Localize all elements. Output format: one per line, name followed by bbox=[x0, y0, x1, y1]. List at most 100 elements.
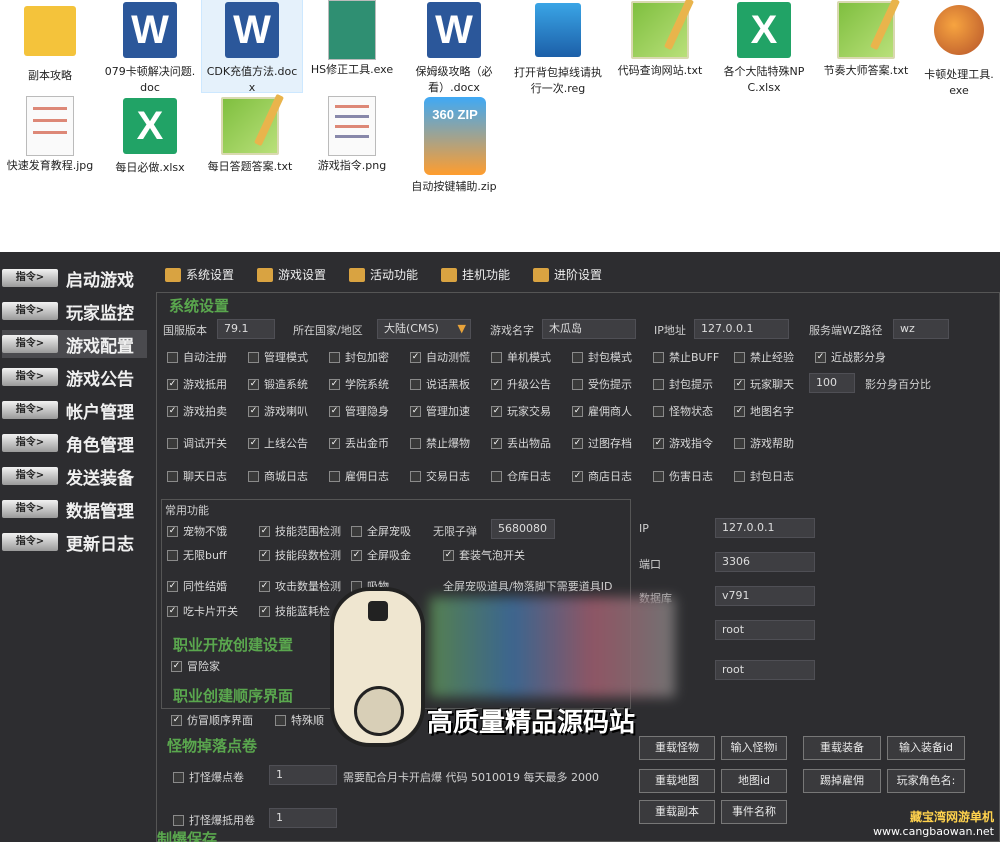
checkbox-option[interactable]: 受伤提示 bbox=[572, 376, 632, 392]
kick-merchant-button[interactable]: 踢掉雇佣 bbox=[803, 769, 881, 793]
checkbox-option[interactable]: ✓ 全屏吸金 bbox=[351, 547, 411, 563]
checkbox-option[interactable]: ✓ 丢出物品 bbox=[491, 435, 551, 451]
checkbox-option[interactable]: ✓ 游戏拍卖 bbox=[167, 403, 227, 419]
checkbox-option[interactable]: ✓ 技能蓝耗检 bbox=[259, 603, 330, 619]
file-item[interactable]: 每日答题答案.txt bbox=[200, 96, 300, 175]
checkbox-option[interactable]: ✓ 技能范围检测 bbox=[259, 523, 341, 539]
db-ip-input[interactable]: 127.0.0.1 bbox=[715, 518, 815, 538]
file-item[interactable]: 快速发育教程.jpg bbox=[0, 96, 100, 174]
checkbox-option[interactable]: ✓ 近战影分身 bbox=[815, 349, 886, 365]
checkbox-option[interactable]: 单机模式 bbox=[491, 349, 551, 365]
sidebar-item-announcement[interactable]: 指令> 游戏公告 bbox=[2, 363, 147, 391]
checkbox-drop-points[interactable]: 打怪爆点卷 bbox=[173, 769, 244, 785]
checkbox-special-order[interactable]: 特殊顺 bbox=[275, 712, 324, 728]
checkbox-option[interactable]: 封包日志 bbox=[734, 468, 794, 484]
file-item[interactable]: HS修正工具.exe bbox=[302, 0, 402, 78]
sidebar-item-game-config[interactable]: 指令> 游戏配置 bbox=[2, 330, 147, 358]
unlimited-ammo-input[interactable]: 5680080 bbox=[491, 519, 555, 539]
checkbox-option[interactable]: ✓ 商店日志 bbox=[572, 468, 632, 484]
checkbox-option[interactable]: ✓ 游戏指令 bbox=[653, 435, 713, 451]
checkbox-option[interactable]: ✓ 管理隐身 bbox=[329, 403, 389, 419]
checkbox-option[interactable]: ✓ 升级公告 bbox=[491, 376, 551, 392]
checkbox-option[interactable]: 游戏帮助 bbox=[734, 435, 794, 451]
checkbox-option[interactable]: ✓ 宠物不饿 bbox=[167, 523, 227, 539]
file-item[interactable]: X 各个大陆特殊NPC.xlsx bbox=[714, 0, 814, 96]
tab-advanced[interactable]: 进阶设置 bbox=[533, 266, 602, 283]
checkbox-option[interactable]: 仓库日志 bbox=[491, 468, 551, 484]
sidebar-item-send-equipment[interactable]: 指令> 发送装备 bbox=[2, 462, 147, 490]
db-name-input[interactable]: v791 bbox=[715, 586, 815, 606]
checkbox-option[interactable]: 封包加密 bbox=[329, 349, 389, 365]
checkbox-option[interactable]: ✓ 管理加速 bbox=[410, 403, 470, 419]
country-select[interactable]: 大陆(CMS) ▼ bbox=[377, 319, 471, 339]
checkbox-option[interactable]: ✓ 丢出金币 bbox=[329, 435, 389, 451]
checkbox-option[interactable]: ✓ 玩家交易 bbox=[491, 403, 551, 419]
checkbox-option[interactable]: ✓ 锻造系统 bbox=[248, 376, 308, 392]
checkbox-option[interactable]: 说话黑板 bbox=[410, 376, 470, 392]
checkbox-order-ui[interactable]: ✓ 仿冒顺序界面 bbox=[171, 712, 253, 728]
checkbox-option[interactable]: ✓ 自动测慌 bbox=[410, 349, 470, 365]
checkbox-option[interactable]: 商城日志 bbox=[248, 468, 308, 484]
checkbox-option[interactable]: ✓ 雇佣商人 bbox=[572, 403, 632, 419]
checkbox-option[interactable]: 禁止BUFF bbox=[653, 349, 719, 365]
file-item[interactable]: W 保姆级攻略（必看）.docx bbox=[404, 0, 504, 96]
file-item[interactable]: 卡顿处理工具.exe bbox=[918, 0, 1000, 99]
checkbox-option[interactable]: 无限buff bbox=[167, 547, 227, 563]
checkbox-drop-vouchers[interactable]: 打怪爆抵用卷 bbox=[173, 812, 255, 828]
checkbox-option[interactable]: ✓ 攻击数量检测 bbox=[259, 578, 341, 594]
checkbox-option[interactable]: 伤害日志 bbox=[653, 468, 713, 484]
reload-dungeon-button[interactable]: 重载副本 bbox=[639, 800, 715, 824]
checkbox-option[interactable]: 调试开关 bbox=[167, 435, 227, 451]
reload-equipment-button[interactable]: 重载装备 bbox=[803, 736, 881, 760]
version-input[interactable]: 79.1 bbox=[217, 319, 275, 339]
file-item[interactable]: 游戏指令.png bbox=[302, 96, 402, 174]
file-item[interactable]: W 079卡顿解决问题.doc bbox=[100, 0, 200, 96]
event-name-input[interactable]: 事件名称 bbox=[721, 800, 787, 824]
file-item[interactable]: 代码查询网站.txt bbox=[610, 0, 710, 79]
checkbox-option[interactable]: ✓ 游戏喇叭 bbox=[248, 403, 308, 419]
ip-input[interactable]: 127.0.0.1 bbox=[694, 319, 789, 339]
file-item[interactable]: 节奏大师答案.txt bbox=[816, 0, 916, 79]
player-name-input[interactable]: 玩家角色名: bbox=[887, 769, 965, 793]
tab-afk[interactable]: 挂机功能 bbox=[441, 266, 510, 283]
checkbox-option[interactable]: 禁止爆物 bbox=[410, 435, 470, 451]
sidebar-item-start-game[interactable]: 指令> 启动游戏 bbox=[2, 264, 147, 292]
sidebar-item-account[interactable]: 指令> 帐户管理 bbox=[2, 396, 147, 424]
checkbox-option[interactable]: 雇佣日志 bbox=[329, 468, 389, 484]
tab-activity[interactable]: 活动功能 bbox=[349, 266, 418, 283]
drop-vouchers-input[interactable]: 1 bbox=[269, 808, 337, 828]
monster-id-input[interactable]: 输入怪物i bbox=[721, 736, 787, 760]
file-item[interactable]: 打开背包掉线请执行一次.reg bbox=[508, 0, 608, 97]
checkbox-option[interactable]: 全屏宠吸 bbox=[351, 523, 411, 539]
checkbox-option[interactable]: ✓ 玩家聊天 bbox=[734, 376, 794, 392]
checkbox-option[interactable]: ✓ 技能段数检测 bbox=[259, 547, 341, 563]
sidebar-item-data[interactable]: 指令> 数据管理 bbox=[2, 495, 147, 523]
checkbox-option[interactable]: 自动注册 bbox=[167, 349, 227, 365]
checkbox-option[interactable]: 聊天日志 bbox=[167, 468, 227, 484]
checkbox-option[interactable]: 禁止经验 bbox=[734, 349, 794, 365]
tab-game[interactable]: 游戏设置 bbox=[257, 266, 326, 283]
db-port-input[interactable]: 3306 bbox=[715, 552, 815, 572]
checkbox-option[interactable]: ✓ 同性结婚 bbox=[167, 578, 227, 594]
checkbox-option[interactable]: ✓ 套装气泡开关 bbox=[443, 547, 525, 563]
checkbox-option[interactable]: ✓ 地图名字 bbox=[734, 403, 794, 419]
checkbox-option[interactable]: 怪物状态 bbox=[653, 403, 713, 419]
checkbox-option[interactable]: 管理模式 bbox=[248, 349, 308, 365]
checkbox-option[interactable]: ✓ 吃卡片开关 bbox=[167, 603, 238, 619]
reload-map-button[interactable]: 重载地图 bbox=[639, 769, 715, 793]
db-user-input[interactable]: root bbox=[715, 620, 815, 640]
wz-path-input[interactable]: wz bbox=[893, 319, 949, 339]
checkbox-option[interactable]: 封包模式 bbox=[572, 349, 632, 365]
file-item[interactable]: 360 ZIP 自动按键辅助.zip bbox=[404, 96, 504, 195]
sidebar-item-character[interactable]: 指令> 角色管理 bbox=[2, 429, 147, 457]
tab-system[interactable]: 系统设置 bbox=[165, 266, 234, 283]
file-item[interactable]: X 每日必做.xlsx bbox=[100, 96, 200, 176]
equipment-id-input[interactable]: 输入装备id bbox=[887, 736, 965, 760]
checkbox-option[interactable]: ✓ 游戏抵用 bbox=[167, 376, 227, 392]
drop-points-input[interactable]: 1 bbox=[269, 765, 337, 785]
checkbox-option[interactable]: 封包提示 bbox=[653, 376, 713, 392]
checkbox-option[interactable]: ✓ 过图存档 bbox=[572, 435, 632, 451]
db-password-input[interactable]: root bbox=[715, 660, 815, 680]
checkbox-adventurer[interactable]: ✓ 冒险家 bbox=[171, 658, 220, 674]
game-name-input[interactable]: 木瓜岛 bbox=[542, 319, 636, 339]
